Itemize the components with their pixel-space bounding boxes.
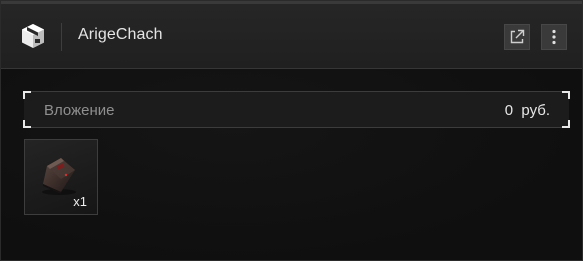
- inventory-window: ArigeChach Вложение 0 руб. x1: [0, 0, 583, 261]
- bracket-corner: [23, 91, 31, 99]
- attachment-value: 0 руб.: [504, 102, 550, 119]
- bracket-corner: [562, 120, 570, 128]
- bracket-corner: [562, 91, 570, 99]
- attachment-label: Вложение: [44, 102, 115, 119]
- inventory-item-slot[interactable]: x1: [24, 139, 98, 215]
- more-vertical-icon: [552, 29, 556, 45]
- window-header: ArigeChach: [1, 1, 582, 69]
- more-options-button[interactable]: [541, 24, 567, 50]
- window-title: ArigeChach: [78, 26, 163, 43]
- attachment-value-field: Вложение 0 руб.: [23, 91, 570, 128]
- window-content: Вложение 0 руб. x1: [1, 69, 582, 260]
- cube-box-icon: [22, 24, 44, 48]
- item-case-icon: [42, 158, 76, 195]
- bracket-corner: [23, 120, 31, 128]
- open-external-button[interactable]: [504, 24, 530, 50]
- item-count: x1: [73, 194, 87, 209]
- open-external-icon: [510, 29, 525, 44]
- header-divider: [61, 23, 62, 51]
